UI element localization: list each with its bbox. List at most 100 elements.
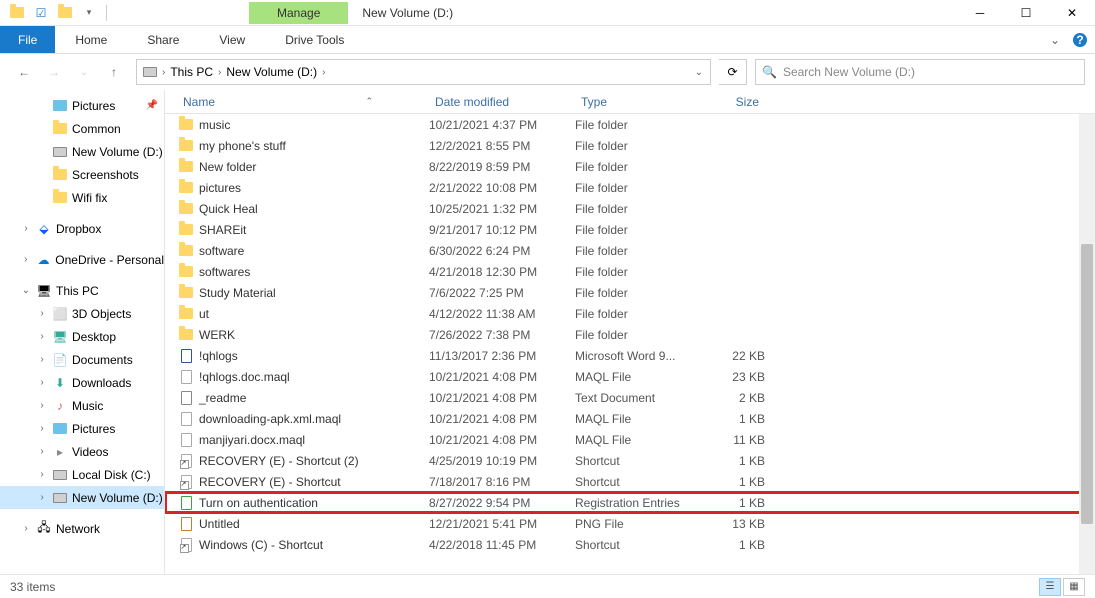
file-row[interactable]: music 10/21/2021 4:37 PM File folder (165, 114, 1095, 135)
col-size[interactable]: Size (695, 95, 765, 109)
file-row[interactable]: manjiyari.docx.maql 10/21/2021 4:08 PM M… (165, 429, 1095, 450)
breadcrumb-thispc[interactable]: This PC (168, 65, 215, 79)
breadcrumb-drive[interactable]: New Volume (D:) (224, 65, 319, 79)
qat-newfolder-icon[interactable] (56, 4, 74, 22)
col-type[interactable]: Type (575, 95, 695, 109)
tab-view[interactable]: View (199, 26, 265, 53)
ribbon-expand-icon[interactable]: ⌄ (1045, 26, 1065, 53)
large-icons-view-button[interactable]: ▦ (1063, 578, 1085, 596)
file-name: WERK (195, 328, 429, 342)
tree-thispc-4[interactable]: ›♪Music (0, 394, 164, 417)
refresh-button[interactable]: ⟳ (719, 59, 747, 85)
file-name: SHAREit (195, 223, 429, 237)
chevron-right-icon[interactable]: › (36, 377, 48, 388)
file-name: my phone's stuff (195, 139, 429, 153)
tree-thispc-2[interactable]: ›📄Documents (0, 348, 164, 371)
file-type: Shortcut (575, 454, 695, 468)
tree-thispc-6[interactable]: ›▸Videos (0, 440, 164, 463)
chevron-right-icon[interactable]: › (20, 223, 32, 234)
scrollbar-thumb[interactable] (1081, 244, 1093, 524)
chevron-right-icon[interactable]: › (36, 492, 48, 503)
file-row[interactable]: pictures 2/21/2022 10:08 PM File folder (165, 177, 1095, 198)
tree-quick-0[interactable]: Pictures📌 (0, 94, 164, 117)
file-row[interactable]: _readme 10/21/2021 4:08 PM Text Document… (165, 387, 1095, 408)
file-row[interactable]: Turn on authentication 8/27/2022 9:54 PM… (165, 492, 1095, 513)
chevron-right-icon[interactable]: › (20, 523, 32, 534)
tab-home[interactable]: Home (55, 26, 127, 53)
file-row[interactable]: Quick Heal 10/25/2021 1:32 PM File folde… (165, 198, 1095, 219)
file-row[interactable]: my phone's stuff 12/2/2021 8:55 PM File … (165, 135, 1095, 156)
file-row[interactable]: software 6/30/2022 6:24 PM File folder (165, 240, 1095, 261)
up-button[interactable]: ↑ (100, 58, 128, 86)
qat-customize-icon[interactable]: ▾ (80, 4, 98, 22)
col-name[interactable]: Name⌃ (177, 95, 429, 109)
file-row[interactable]: RECOVERY (E) - Shortcut (2) 4/25/2019 10… (165, 450, 1095, 471)
chevron-right-icon[interactable]: › (36, 423, 48, 434)
tree-thispc-0[interactable]: ›⬜3D Objects (0, 302, 164, 325)
col-date[interactable]: Date modified (429, 95, 575, 109)
tree-cloud-0[interactable]: ›⬙Dropbox (0, 217, 164, 240)
forward-button[interactable]: → (40, 58, 68, 86)
tree-cloud-1[interactable]: ›☁OneDrive - Personal (0, 248, 164, 271)
file-row[interactable]: Study Material 7/6/2022 7:25 PM File fol… (165, 282, 1095, 303)
maximize-button[interactable]: ☐ (1003, 0, 1049, 26)
file-row[interactable]: Windows (C) - Shortcut 4/22/2018 11:45 P… (165, 534, 1095, 555)
minimize-button[interactable]: ─ (957, 0, 1003, 26)
qat-properties-icon[interactable]: ☑ (32, 4, 50, 22)
chevron-right-icon[interactable]: › (36, 446, 48, 457)
file-name: Untitled (195, 517, 429, 531)
item-count: 33 items (10, 580, 55, 594)
back-button[interactable]: ← (10, 58, 38, 86)
recent-dropdown-icon[interactable]: ⌄ (70, 58, 98, 86)
address-bar[interactable]: › This PC › New Volume (D:) › ⌄ (136, 59, 711, 85)
tree-quick-4[interactable]: Wifi fix (0, 186, 164, 209)
search-input[interactable]: 🔍 Search New Volume (D:) (755, 59, 1085, 85)
context-tab-manage[interactable]: Manage (249, 2, 348, 24)
details-view-button[interactable]: ☰ (1039, 578, 1061, 596)
file-row[interactable]: !qhlogs 11/13/2017 2:36 PM Microsoft Wor… (165, 345, 1095, 366)
tree-quick-3[interactable]: Screenshots (0, 163, 164, 186)
chevron-right-icon[interactable]: › (159, 67, 168, 78)
tree-quick-2[interactable]: New Volume (D:) (0, 140, 164, 163)
file-type: Microsoft Word 9... (575, 349, 695, 363)
chevron-right-icon[interactable]: › (36, 469, 48, 480)
tree-thispc-1[interactable]: ›🖥Desktop (0, 325, 164, 348)
file-list[interactable]: music 10/21/2021 4:37 PM File folder my … (165, 114, 1095, 574)
tree-thispc-3[interactable]: ›⬇Downloads (0, 371, 164, 394)
help-icon[interactable]: ? (1065, 26, 1095, 53)
tree-network[interactable]: › 🖧 Network (0, 517, 164, 540)
address-dropdown-icon[interactable]: ⌄ (692, 67, 706, 78)
file-type: MAQL File (575, 433, 695, 447)
lnk-icon (177, 454, 195, 468)
tree-thispc-8[interactable]: ›New Volume (D:) (0, 486, 164, 509)
chevron-right-icon[interactable]: › (36, 400, 48, 411)
chevron-right-icon[interactable]: › (36, 308, 48, 319)
tree-thispc-7[interactable]: ›Local Disk (C:) (0, 463, 164, 486)
file-row[interactable]: WERK 7/26/2022 7:38 PM File folder (165, 324, 1095, 345)
file-row[interactable]: RECOVERY (E) - Shortcut 7/18/2017 8:16 P… (165, 471, 1095, 492)
file-row[interactable]: Untitled 12/21/2021 5:41 PM PNG File 13 … (165, 513, 1095, 534)
file-row[interactable]: New folder 8/22/2019 8:59 PM File folder (165, 156, 1095, 177)
tab-drive-tools[interactable]: Drive Tools (265, 26, 364, 53)
file-row[interactable]: ut 4/12/2022 11:38 AM File folder (165, 303, 1095, 324)
file-row[interactable]: !qhlogs.doc.maql 10/21/2021 4:08 PM MAQL… (165, 366, 1095, 387)
file-icon (177, 412, 195, 426)
chevron-down-icon[interactable]: ⌄ (20, 285, 32, 296)
chevron-right-icon[interactable]: › (215, 67, 224, 78)
file-row[interactable]: downloading-apk.xml.maql 10/21/2021 4:08… (165, 408, 1095, 429)
explorer-icon (8, 4, 26, 22)
tree-thispc[interactable]: ⌄ 🖥 This PC (0, 279, 164, 302)
tab-share[interactable]: Share (127, 26, 199, 53)
chevron-right-icon[interactable]: › (36, 354, 48, 365)
chevron-right-icon[interactable]: › (20, 254, 32, 265)
vertical-scrollbar[interactable] (1079, 114, 1095, 574)
column-headers[interactable]: Name⌃ Date modified Type Size (165, 90, 1095, 114)
file-row[interactable]: SHAREit 9/21/2017 10:12 PM File folder (165, 219, 1095, 240)
close-button[interactable]: ✕ (1049, 0, 1095, 26)
file-tab[interactable]: File (0, 26, 55, 53)
chevron-right-icon[interactable]: › (36, 331, 48, 342)
tree-quick-1[interactable]: Common (0, 117, 164, 140)
tree-thispc-5[interactable]: ›Pictures (0, 417, 164, 440)
file-row[interactable]: softwares 4/21/2018 12:30 PM File folder (165, 261, 1095, 282)
chevron-right-icon[interactable]: › (319, 67, 328, 78)
